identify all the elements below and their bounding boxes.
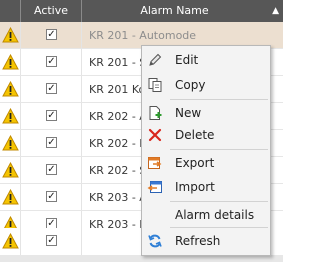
warning-icon: [2, 162, 19, 178]
active-checkbox[interactable]: ✓: [46, 29, 57, 40]
active-checkbox[interactable]: ✓: [46, 191, 57, 202]
pencil-icon: [149, 53, 162, 66]
horizontal-scrollbar-area[interactable]: [0, 255, 283, 262]
warning-icon: [2, 81, 19, 97]
warning-icon: [2, 189, 19, 205]
column-header-active[interactable]: Active: [21, 0, 81, 22]
copy-icon: [148, 78, 162, 92]
menu-item-label: New: [175, 106, 202, 120]
menu-item-label: Copy: [175, 78, 206, 92]
import-icon: [147, 181, 162, 193]
alarm-name-cell: KR 201 - S: [89, 56, 147, 69]
context-menu: Edit Copy New Delete Export Import Alarm…: [141, 45, 271, 256]
menu-separator: [170, 201, 268, 202]
menu-item-label: Export: [175, 156, 215, 170]
export-icon: [148, 157, 162, 169]
alarm-name-cell: KR 203 - A: [89, 191, 147, 204]
menu-item-alarm-details[interactable]: Alarm details: [143, 203, 269, 227]
grid-header: Active Alarm Name ▲: [0, 0, 283, 22]
menu-separator: [170, 99, 268, 100]
alarm-name-cell: KR 201 Ko: [89, 83, 146, 96]
alarm-name-cell: KR 202 - F: [89, 137, 146, 150]
alarm-name-cell: KR 202 - S: [89, 164, 147, 177]
menu-item-edit[interactable]: Edit: [143, 48, 269, 72]
warning-icon: [2, 108, 19, 124]
active-checkbox[interactable]: ✓: [46, 110, 57, 121]
active-checkbox[interactable]: ✓: [46, 83, 57, 94]
menu-item-label: Refresh: [175, 234, 221, 248]
warning-icon: [2, 54, 19, 70]
menu-item-export[interactable]: Export: [143, 151, 269, 175]
delete-x-icon: [148, 128, 162, 142]
alarm-name-cell: KR 202 - A: [89, 110, 147, 123]
menu-item-label: Delete: [175, 128, 215, 142]
menu-item-refresh[interactable]: Refresh: [143, 229, 269, 253]
active-checkbox[interactable]: ✓: [46, 56, 57, 67]
warning-icon: [2, 135, 19, 151]
menu-item-new[interactable]: New: [143, 101, 269, 125]
new-document-icon: [149, 106, 162, 120]
alarm-name-cell: [89, 228, 149, 255]
menu-item-label: Edit: [175, 53, 199, 67]
active-checkbox[interactable]: ✓: [46, 235, 57, 246]
active-checkbox[interactable]: ✓: [46, 137, 57, 148]
warning-icon: [2, 27, 19, 43]
menu-item-delete[interactable]: Delete: [143, 123, 269, 147]
menu-item-import[interactable]: Import: [143, 175, 269, 199]
warning-icon: [2, 233, 19, 249]
refresh-icon: [148, 234, 162, 248]
menu-separator: [170, 149, 268, 150]
active-checkbox[interactable]: ✓: [46, 164, 57, 175]
menu-separator: [170, 227, 268, 228]
menu-item-copy[interactable]: Copy: [143, 73, 269, 97]
menu-item-label: Import: [175, 180, 215, 194]
column-header-alarm-name[interactable]: Alarm Name: [82, 0, 267, 22]
menu-item-label: Alarm details: [175, 208, 255, 222]
sort-ascending-icon[interactable]: ▲: [272, 0, 279, 22]
